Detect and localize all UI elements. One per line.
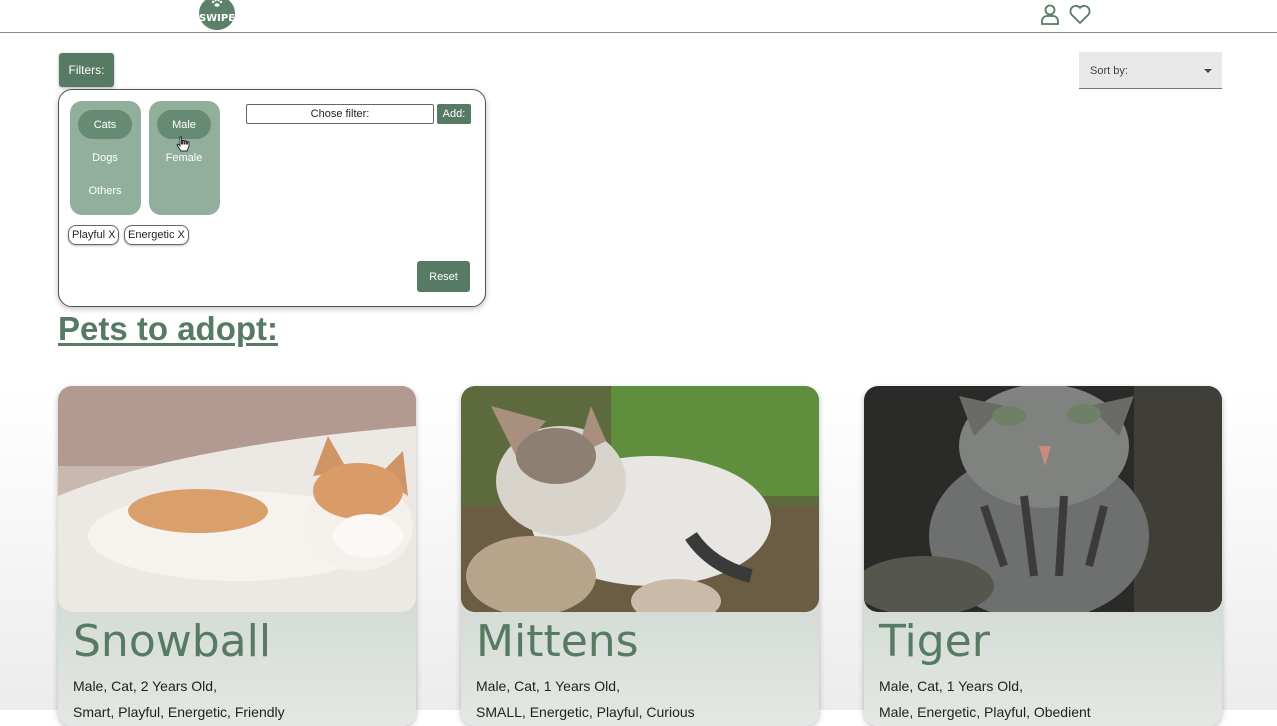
filter-tag-energetic[interactable]: Energetic X [124, 225, 189, 245]
sort-by-select[interactable]: Sort by: [1079, 52, 1222, 89]
pet-details: Male, Cat, 1 Years Old, [879, 678, 1023, 694]
swipe-logo[interactable]: SWIPE [199, 0, 235, 30]
top-navigation-bar: SWIPE [0, 0, 1277, 33]
pet-card-mittens[interactable]: Mittens Male, Cat, 1 Years Old, SMALL, E… [461, 386, 819, 726]
filters-panel: Cats Dogs Others Male Female Chose filte… [58, 89, 486, 307]
add-filter-button[interactable]: Add: [437, 104, 471, 124]
heart-icon[interactable] [1068, 2, 1092, 26]
pet-photo [461, 386, 819, 612]
species-filter-group: Cats Dogs Others [70, 101, 141, 215]
pet-details: Male, Cat, 2 Years Old, [73, 678, 217, 694]
caret-down-icon [1204, 69, 1212, 73]
pet-name: Mittens [476, 616, 639, 667]
logo-text: SWIPE [198, 12, 236, 24]
hand-cursor-icon [176, 136, 190, 152]
pet-name: Snowball [73, 616, 272, 667]
pet-traits: Male, Energetic, Playful, Obedient [879, 704, 1091, 720]
filters-button[interactable]: Filters: [59, 53, 114, 87]
pet-traits: Smart, Playful, Energetic, Friendly [73, 704, 285, 720]
pet-name: Tiger [879, 616, 990, 667]
sort-by-label: Sort by: [1090, 65, 1128, 77]
paw-icon [211, 0, 223, 7]
species-option-others[interactable]: Others [78, 176, 132, 205]
pet-card-tiger[interactable]: Tiger Male, Cat, 1 Years Old, Male, Ener… [864, 386, 1222, 726]
page-title: Pets to adopt: [58, 310, 278, 347]
gender-option-male[interactable]: Male [157, 110, 211, 139]
pet-photo [864, 386, 1222, 612]
species-option-dogs[interactable]: Dogs [78, 143, 132, 172]
pet-card-snowball[interactable]: Snowball Male, Cat, 2 Years Old, Smart, … [58, 386, 416, 726]
pet-details: Male, Cat, 1 Years Old, [476, 678, 620, 694]
gender-filter-group: Male Female [149, 101, 220, 215]
chose-filter-input[interactable]: Chose filter: [246, 104, 434, 124]
reset-button[interactable]: Reset [417, 261, 470, 292]
pet-photo [58, 386, 416, 612]
filter-tag-playful[interactable]: Playful X [68, 225, 120, 245]
species-option-cats[interactable]: Cats [78, 110, 132, 139]
user-icon[interactable] [1038, 2, 1062, 26]
pet-traits: SMALL, Energetic, Playful, Curious [476, 704, 695, 720]
